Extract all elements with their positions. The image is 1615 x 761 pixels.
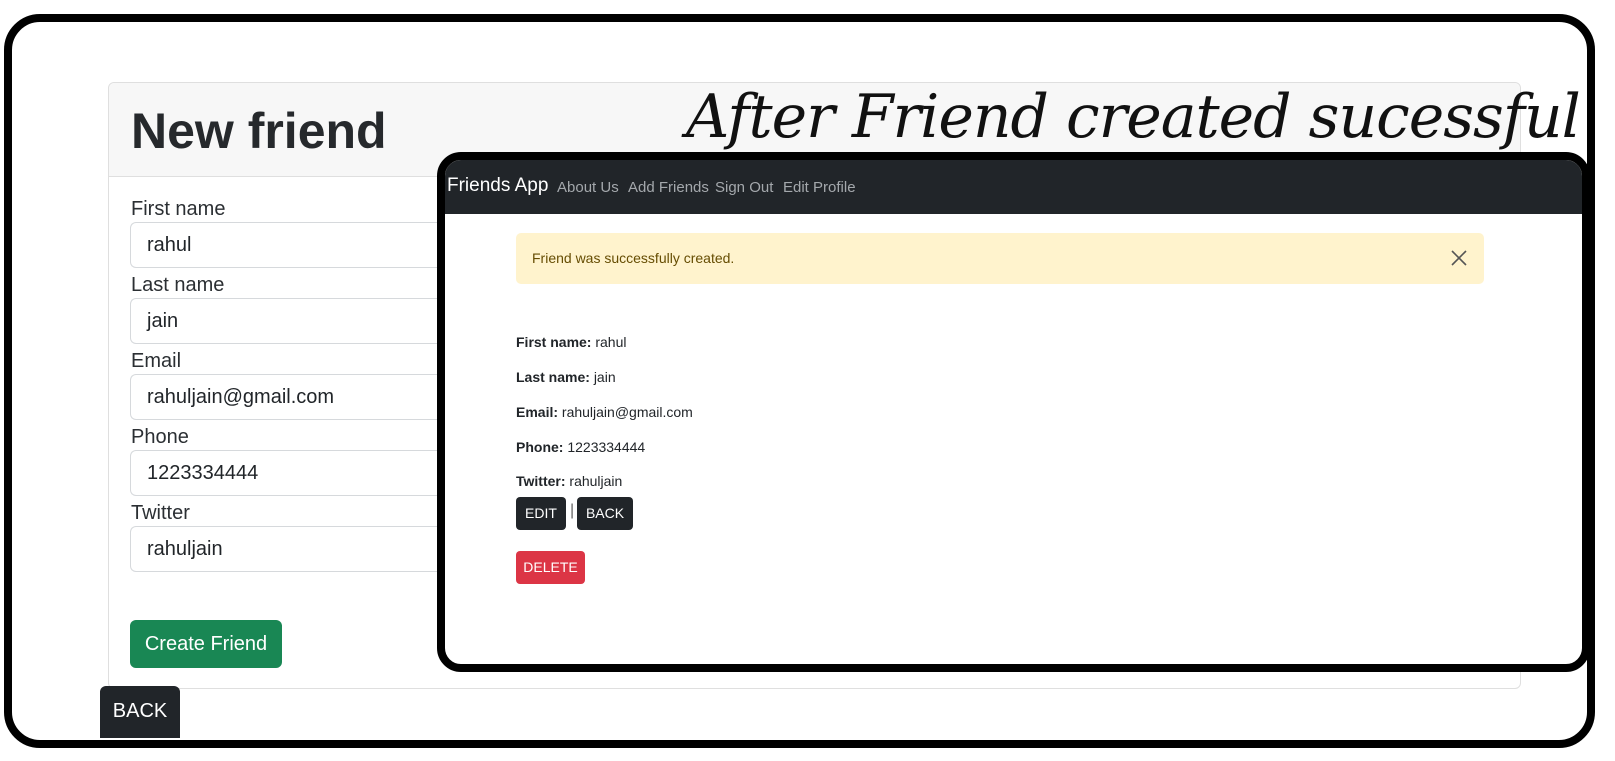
detail-email-label: Email: bbox=[516, 404, 559, 420]
detail-first-name: First name: rahul bbox=[516, 333, 627, 351]
close-icon[interactable] bbox=[1448, 247, 1470, 269]
nav-add-friends[interactable]: Add Friends bbox=[628, 178, 709, 198]
screenshot-frame: New friend First name rahul Last name ja… bbox=[4, 14, 1595, 748]
detail-email-value: rahuljain@gmail.com bbox=[561, 404, 693, 420]
detail-phone: Phone: 1223334444 bbox=[516, 438, 645, 456]
first-name-label: First name bbox=[131, 198, 226, 220]
detail-last-name: Last name: jain bbox=[516, 368, 616, 386]
first-name-input[interactable]: rahul bbox=[130, 222, 490, 268]
nav-edit-profile[interactable]: Edit Profile bbox=[783, 178, 856, 198]
detail-first-name-value: rahul bbox=[595, 334, 627, 350]
nav-sign-out[interactable]: Sign Out bbox=[715, 178, 773, 198]
last-name-label: Last name bbox=[131, 274, 225, 296]
email-label: Email bbox=[131, 350, 182, 372]
detail-last-name-label: Last name: bbox=[516, 369, 590, 385]
back-button[interactable]: BACK bbox=[100, 686, 180, 738]
detail-first-name-label: First name: bbox=[516, 334, 592, 350]
page-title: New friend bbox=[131, 103, 387, 159]
navbar: Friends App About Us Add Friends Sign Ou… bbox=[445, 160, 1582, 214]
detail-twitter-value: rahuljain bbox=[569, 473, 623, 489]
button-separator: | bbox=[570, 502, 575, 519]
phone-label: Phone bbox=[131, 426, 189, 448]
detail-last-name-value: jain bbox=[593, 369, 616, 385]
delete-button[interactable]: DELETE bbox=[516, 551, 585, 584]
twitter-label: Twitter bbox=[131, 502, 190, 524]
phone-input[interactable]: 1223334444 bbox=[130, 450, 490, 496]
alert-message: Friend was successfully created. bbox=[532, 250, 735, 266]
detail-phone-value: 1223334444 bbox=[567, 439, 646, 455]
handwritten-annotation: After Friend created sucessful bbox=[686, 82, 1581, 152]
detail-twitter-label: Twitter: bbox=[516, 473, 566, 489]
create-friend-button[interactable]: Create Friend bbox=[130, 620, 282, 668]
email-input[interactable]: rahuljain@gmail.com bbox=[130, 374, 490, 420]
nav-about-us[interactable]: About Us bbox=[557, 178, 619, 198]
brand-link[interactable]: Friends App bbox=[447, 174, 548, 198]
detail-phone-label: Phone: bbox=[516, 439, 564, 455]
twitter-input[interactable]: rahuljain bbox=[130, 526, 490, 572]
back-button-overlay[interactable]: BACK bbox=[577, 497, 633, 530]
detail-twitter: Twitter: rahuljain bbox=[516, 472, 622, 490]
last-name-input[interactable]: jain bbox=[130, 298, 490, 344]
result-page-window: Friends App About Us Add Friends Sign Ou… bbox=[437, 152, 1587, 672]
edit-button[interactable]: EDIT bbox=[516, 497, 566, 530]
detail-email: Email: rahuljain@gmail.com bbox=[516, 403, 693, 421]
success-alert: Friend was successfully created. bbox=[516, 233, 1484, 284]
